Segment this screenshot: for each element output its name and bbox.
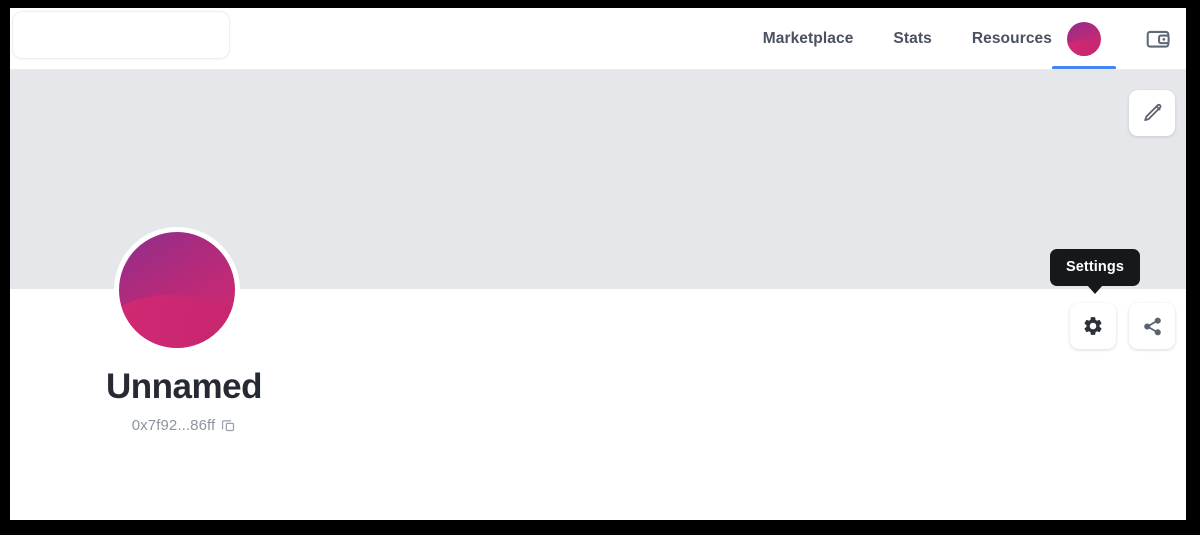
pencil-icon	[1143, 103, 1161, 121]
share-icon	[1143, 317, 1161, 335]
device-frame: Marketplace Stats Resources Unnamed 0x7f…	[0, 0, 1200, 535]
nav-item-marketplace[interactable]: Marketplace	[763, 30, 854, 48]
browser-viewport: Marketplace Stats Resources Unnamed 0x7f…	[10, 8, 1186, 520]
top-navigation-bar: Marketplace Stats Resources	[10, 8, 1186, 70]
nav-item-stats[interactable]: Stats	[893, 30, 931, 48]
nav-active-indicator	[1052, 66, 1116, 69]
settings-tooltip: Settings	[1050, 249, 1140, 294]
gear-icon	[1084, 317, 1102, 335]
edit-banner-button[interactable]	[1129, 90, 1175, 136]
nav-avatar-icon	[1067, 22, 1101, 56]
settings-button[interactable]	[1070, 303, 1116, 349]
wallet-button[interactable]	[1132, 8, 1184, 70]
profile-address-text: 0x7f92...86ff	[131, 417, 216, 434]
profile-name: Unnamed	[106, 367, 262, 406]
nav-links-group: Marketplace Stats Resources	[763, 8, 1052, 70]
profile-section: Unnamed 0x7f92...86ff	[10, 227, 1186, 520]
profile-avatar[interactable]	[114, 227, 240, 353]
copy-icon[interactable]	[221, 418, 236, 433]
wallet-icon	[1146, 30, 1170, 48]
nav-item-resources[interactable]: Resources	[972, 30, 1052, 48]
profile-address-row[interactable]: 0x7f92...86ff	[86, 417, 282, 434]
nav-profile-button[interactable]	[1052, 8, 1116, 70]
logo-placeholder-box[interactable]	[12, 11, 230, 59]
share-button[interactable]	[1129, 303, 1175, 349]
